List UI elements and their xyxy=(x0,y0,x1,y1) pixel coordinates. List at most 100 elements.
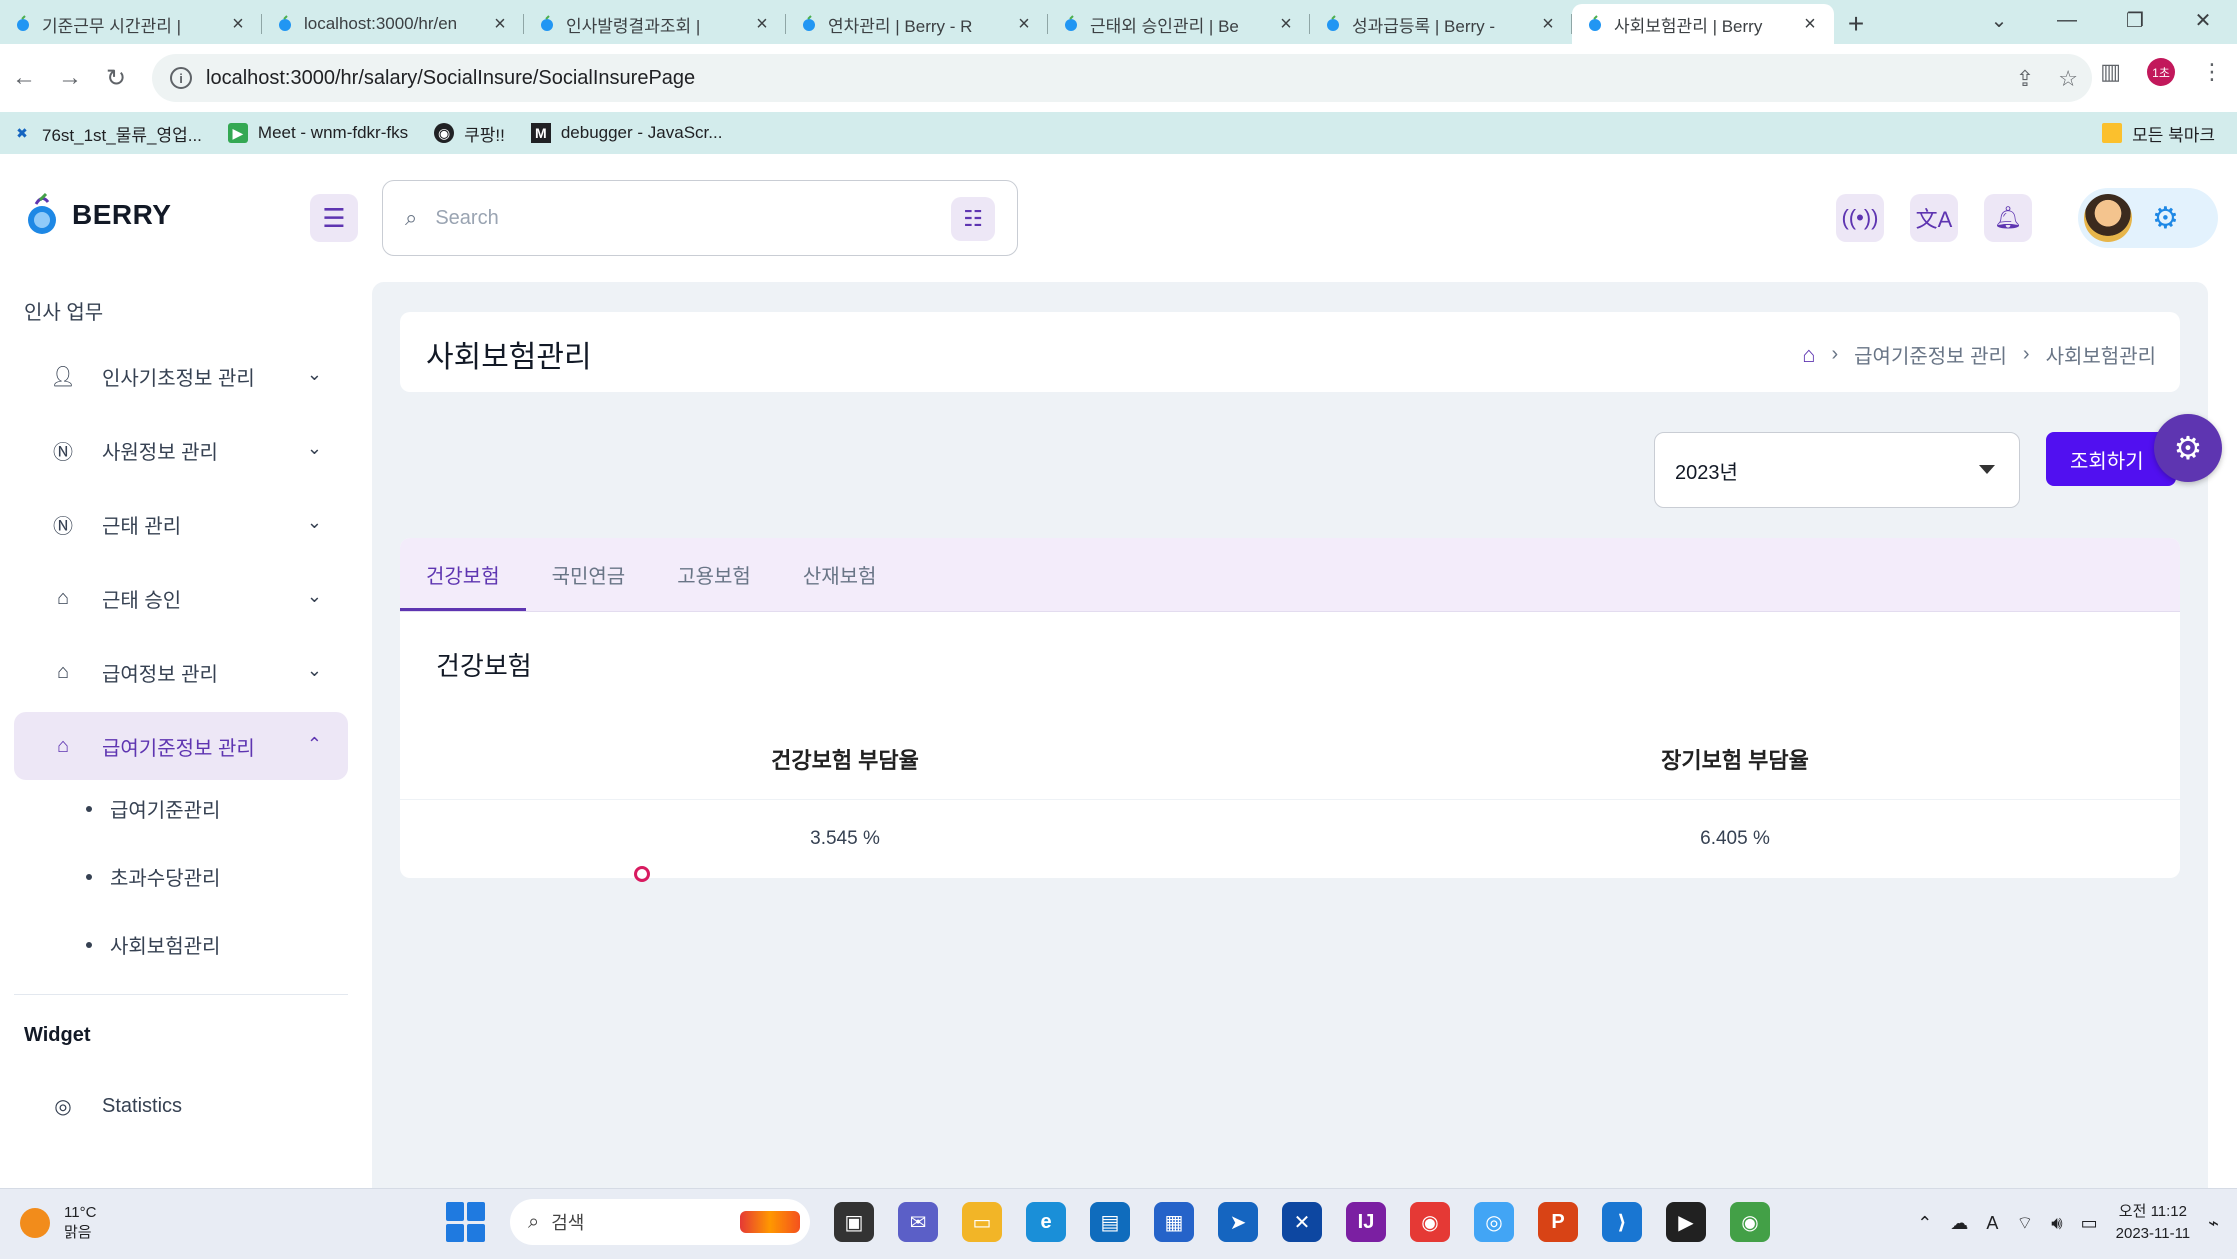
browser-tab[interactable]: 기준근무 시간관리 | × xyxy=(0,4,262,44)
window-close-icon[interactable]: ✕ xyxy=(2169,0,2237,40)
sidebar-item-salary-standard[interactable]: ⌂ 급여기준정보 관리 ⌃ xyxy=(14,712,348,780)
profile-avatar[interactable]: 1초 xyxy=(2147,58,2175,86)
table-header-row: 건강보험 부담율 장기보험 부담율 xyxy=(400,698,2180,800)
notification-center-icon[interactable]: ⌁ xyxy=(2208,1213,2219,1234)
all-bookmarks[interactable]: 모든 북마크 xyxy=(2102,112,2215,154)
language-button[interactable]: 文A xyxy=(1910,194,1958,242)
minimize-icon[interactable]: — xyxy=(2033,0,2101,40)
sun-icon xyxy=(20,1208,50,1238)
media-player-icon[interactable]: ▶ xyxy=(1666,1202,1706,1242)
bookmark-item[interactable]: ✖ 76st_1st_물류_영업... xyxy=(12,121,202,146)
page-title: 사회보험관리 xyxy=(426,341,592,374)
share-icon[interactable]: ⇪ xyxy=(2016,66,2034,92)
site-info-icon[interactable]: i xyxy=(170,67,192,89)
remote-desktop-icon[interactable]: ▤ xyxy=(1090,1202,1130,1242)
sidebar-item-hr-basic-info[interactable]: 👤︎ 인사기초정보 관리 ⌄ xyxy=(14,342,348,410)
chevron-up-icon[interactable]: ⌃ xyxy=(1917,1213,1932,1234)
tab-search-icon[interactable]: ⌄ xyxy=(1965,0,2033,40)
year-select[interactable]: 2023년 xyxy=(1654,432,2020,508)
sidebar-subitem-salary-standard[interactable]: 급여기준관리 xyxy=(86,794,220,823)
volume-icon[interactable]: 🔊︎ xyxy=(2051,1213,2062,1234)
tab-health-insurance[interactable]: 건강보험 xyxy=(400,538,526,611)
temperature: 11°C xyxy=(64,1204,97,1221)
file-explorer-icon[interactable]: ▭ xyxy=(962,1202,1002,1242)
menu-toggle-button[interactable]: ☰ xyxy=(310,194,358,242)
home-icon[interactable]: ⌂ xyxy=(1802,342,1815,368)
browser-tab[interactable]: 인사발령결과조회 | × xyxy=(524,4,786,44)
vscode-icon[interactable]: ⟩ xyxy=(1602,1202,1642,1242)
chrome-active-icon[interactable]: ◉ xyxy=(1730,1202,1770,1242)
task-view-icon[interactable]: ▣ xyxy=(834,1202,874,1242)
close-icon[interactable]: × xyxy=(228,13,248,36)
weather-widget[interactable]: 11°C 맑음 xyxy=(20,1203,96,1243)
sidebar-item-employee-info[interactable]: Ⓝ 사원정보 관리 ⌄ xyxy=(14,416,348,484)
bookmark-item[interactable]: ◉ 쿠팡!! xyxy=(434,121,505,146)
close-icon[interactable]: × xyxy=(1276,13,1296,36)
breadcrumb-link[interactable]: 급여기준정보 관리 xyxy=(1854,340,2007,369)
table-cell: 6.405 % xyxy=(1700,828,1770,849)
powerpoint-icon[interactable]: P xyxy=(1538,1202,1578,1242)
bookmark-star-icon[interactable]: ☆ xyxy=(2058,66,2078,92)
sidebar-item-statistics[interactable]: ◎ Statistics xyxy=(14,1072,348,1140)
windows-start-icon[interactable] xyxy=(446,1202,486,1242)
wifi-icon[interactable]: ⌔ xyxy=(2016,1212,2033,1235)
browser-tab[interactable]: localhost:3000/hr/en × xyxy=(262,4,524,44)
bookmark-item[interactable]: M debugger - JavaScr... xyxy=(530,123,722,143)
search-input[interactable] xyxy=(435,206,916,230)
new-tab-button[interactable]: + xyxy=(1834,4,1878,44)
sidebar-subitem-overtime[interactable]: 초과수당관리 xyxy=(86,862,220,891)
browser-tab[interactable]: 연차관리 | Berry - R × xyxy=(786,4,1048,44)
brand-logo[interactable]: BERRY xyxy=(22,192,171,238)
browser-tab[interactable]: 성과급등록 | Berry - × xyxy=(1310,4,1572,44)
chrome-icon[interactable]: ◉ xyxy=(1410,1202,1450,1242)
restore-icon[interactable]: ❐ xyxy=(2101,0,2169,40)
store-icon[interactable]: ▦ xyxy=(1154,1202,1194,1242)
close-icon[interactable]: × xyxy=(1014,13,1034,36)
search-field[interactable]: ⌕ ☷ xyxy=(382,180,1018,256)
edge-icon[interactable]: e xyxy=(1026,1202,1066,1242)
battery-icon[interactable]: ▭ xyxy=(2081,1213,2098,1234)
reload-icon[interactable]: ↻ xyxy=(94,56,138,100)
browser-tab-active[interactable]: 사회보험관리 | Berry × xyxy=(1572,4,1834,44)
app-arrow-icon[interactable]: ➤ xyxy=(1218,1202,1258,1242)
chat-icon[interactable]: ✉ xyxy=(898,1202,938,1242)
profile-menu-button[interactable]: ⚙ xyxy=(2078,188,2218,248)
header-actions: ((•)) 文A 🔔︎ xyxy=(1836,194,2032,242)
sidebar-item-attendance-approval[interactable]: ⌂ 근태 승인 ⌄ xyxy=(14,564,348,632)
clock[interactable]: 오전 11:12 2023-11-11 xyxy=(2116,1201,2191,1245)
statistics-icon: ◎ xyxy=(54,1095,72,1118)
network-drive-icon[interactable]: ☁ xyxy=(1950,1213,1968,1234)
tab-national-pension[interactable]: 국민연금 xyxy=(526,538,652,611)
meet-icon: ▶ xyxy=(227,123,248,143)
taskbar-search[interactable]: ⌕ 검색 xyxy=(510,1199,810,1245)
app-header: BERRY ☰ ⌕ ☷ ((•)) 文A 🔔︎ ⚙ xyxy=(0,154,2237,282)
customization-fab-button[interactable]: ⚙ xyxy=(2154,414,2222,482)
filter-button[interactable]: ☷ xyxy=(951,197,995,241)
bullet-icon xyxy=(86,941,92,948)
snipping-icon[interactable]: ◎ xyxy=(1474,1202,1514,1242)
bullet-icon xyxy=(86,873,92,880)
window-controls: ⌄ — ❐ ✕ xyxy=(1965,0,2237,40)
tab-employment-insurance[interactable]: 고용보험 xyxy=(651,538,777,611)
url-bar[interactable]: i localhost:3000/hr/salary/SocialInsure/… xyxy=(152,54,2092,102)
notification-button[interactable]: 🔔︎ xyxy=(1984,194,2032,242)
input-method-icon[interactable]: A xyxy=(1986,1213,1998,1234)
tab-industrial-accident-insurance[interactable]: 산재보험 xyxy=(777,538,903,611)
sidebar-item-attendance[interactable]: Ⓝ 근태 관리 ⌄ xyxy=(14,490,348,558)
back-icon[interactable]: ← xyxy=(2,56,46,100)
mouse-cursor-icon xyxy=(634,866,650,882)
close-icon[interactable]: × xyxy=(1800,13,1820,36)
sidebar-subitem-social-insurance[interactable]: 사회보험관리 xyxy=(86,930,220,959)
intellij-icon[interactable]: IJ xyxy=(1346,1202,1386,1242)
close-icon[interactable]: × xyxy=(752,13,772,36)
x-app-icon[interactable]: ✕ xyxy=(1282,1202,1322,1242)
side-panel-icon[interactable]: ▥ xyxy=(2100,59,2121,85)
sidebar-item-salary-info[interactable]: ⌂ 급여정보 관리 ⌄ xyxy=(14,638,348,706)
browser-menu-icon[interactable]: ⋮ xyxy=(2201,59,2223,85)
close-icon[interactable]: × xyxy=(1538,13,1558,36)
forward-icon[interactable]: → xyxy=(48,56,92,100)
bookmark-item[interactable]: ▶ Meet - wnm-fdkr-fks xyxy=(227,123,408,143)
live-customization-button[interactable]: ((•)) xyxy=(1836,194,1884,242)
browser-tab[interactable]: 근태외 승인관리 | Be × xyxy=(1048,4,1310,44)
close-icon[interactable]: × xyxy=(490,13,510,36)
